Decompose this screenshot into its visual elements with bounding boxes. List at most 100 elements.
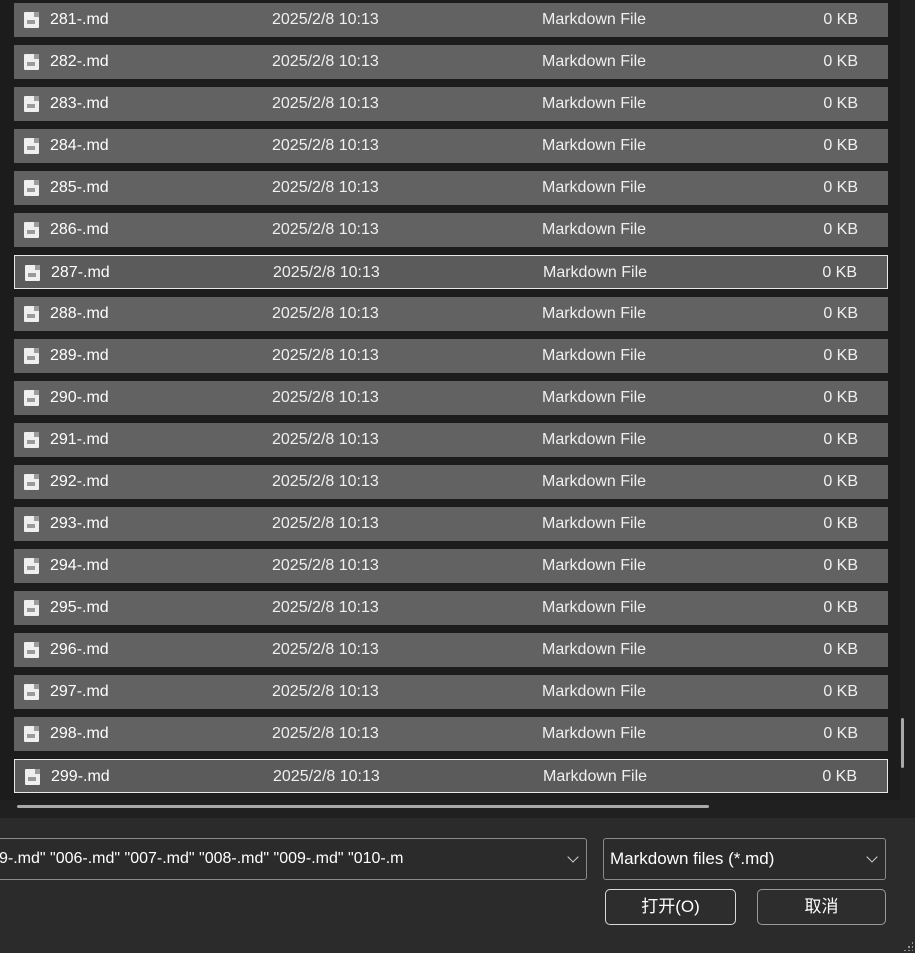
file-date-modified: 2025/2/8 10:13 [272, 431, 379, 448]
chevron-down-icon[interactable] [866, 851, 878, 863]
file-size: 0 KB [823, 431, 858, 448]
file-row[interactable]: 288-.md 2025/2/8 10:13 Markdown File 0 KB [14, 297, 888, 331]
markdown-file-icon [24, 12, 39, 28]
file-name: 289-.md [50, 347, 109, 364]
markdown-file-icon [24, 96, 39, 112]
file-name: 284-.md [50, 137, 109, 154]
file-row[interactable]: 296-.md 2025/2/8 10:13 Markdown File 0 KB [14, 633, 888, 667]
markdown-file-icon [24, 138, 39, 154]
file-size: 0 KB [823, 179, 858, 196]
file-name: 299-.md [51, 768, 110, 785]
file-date-modified: 2025/2/8 10:13 [272, 599, 379, 616]
filename-input[interactable]: 9-.md" "006-.md" "007-.md" "008-.md" "00… [0, 839, 559, 879]
markdown-file-icon [24, 474, 39, 490]
file-name: 291-.md [50, 431, 109, 448]
file-name: 294-.md [50, 557, 109, 574]
markdown-file-icon [24, 432, 39, 448]
chevron-down-icon[interactable] [567, 851, 579, 863]
file-row[interactable]: 290-.md 2025/2/8 10:13 Markdown File 0 KB [14, 381, 888, 415]
file-size: 0 KB [823, 725, 858, 742]
file-date-modified: 2025/2/8 10:13 [273, 264, 380, 281]
file-size: 0 KB [823, 557, 858, 574]
file-row[interactable]: 285-.md 2025/2/8 10:13 Markdown File 0 KB [14, 171, 888, 205]
horizontal-scrollbar-thumb[interactable] [17, 805, 709, 808]
file-name: 295-.md [50, 599, 109, 616]
cancel-button[interactable]: 取消 [757, 889, 886, 925]
file-type: Markdown File [542, 11, 647, 28]
file-size: 0 KB [822, 264, 857, 281]
file-open-dialog: 281-.md 2025/2/8 10:13 Markdown File 0 KB 28… [0, 0, 915, 953]
file-row[interactable]: 299-.md 2025/2/8 10:13 Markdown File 0 KB [14, 759, 888, 793]
file-date-modified: 2025/2/8 10:13 [272, 557, 379, 574]
markdown-file-icon [24, 348, 39, 364]
file-date-modified: 2025/2/8 10:13 [272, 11, 379, 28]
filetype-select[interactable]: Markdown files (*.md) [603, 838, 886, 880]
file-type: Markdown File [542, 389, 647, 406]
file-row[interactable]: 289-.md 2025/2/8 10:13 Markdown File 0 KB [14, 339, 888, 373]
file-date-modified: 2025/2/8 10:13 [272, 95, 379, 112]
file-size: 0 KB [823, 95, 858, 112]
file-name: 293-.md [50, 515, 109, 532]
filename-combobox[interactable]: 9-.md" "006-.md" "007-.md" "008-.md" "00… [0, 838, 587, 880]
filetype-value: Markdown files (*.md) [610, 849, 775, 868]
file-date-modified: 2025/2/8 10:13 [272, 137, 379, 154]
file-type: Markdown File [542, 473, 647, 490]
file-row[interactable]: 287-.md 2025/2/8 10:13 Markdown File 0 KB [14, 255, 888, 289]
file-date-modified: 2025/2/8 10:13 [272, 515, 379, 532]
file-size: 0 KB [823, 305, 858, 322]
file-row[interactable]: 281-.md 2025/2/8 10:13 Markdown File 0 KB [14, 3, 888, 37]
file-type: Markdown File [542, 725, 647, 742]
file-type: Markdown File [542, 641, 647, 658]
file-size: 0 KB [823, 515, 858, 532]
file-type: Markdown File [542, 683, 647, 700]
file-type: Markdown File [542, 305, 647, 322]
file-type: Markdown File [542, 221, 647, 238]
file-row[interactable]: 294-.md 2025/2/8 10:13 Markdown File 0 KB [14, 549, 888, 583]
markdown-file-icon [24, 726, 39, 742]
file-name: 285-.md [50, 179, 109, 196]
vertical-scrollbar[interactable] [900, 0, 915, 800]
file-name: 286-.md [50, 221, 109, 238]
markdown-file-icon [24, 222, 39, 238]
file-name: 298-.md [50, 725, 109, 742]
file-row[interactable]: 293-.md 2025/2/8 10:13 Markdown File 0 KB [14, 507, 888, 541]
file-row[interactable]: 292-.md 2025/2/8 10:13 Markdown File 0 KB [14, 465, 888, 499]
file-name: 282-.md [50, 53, 109, 70]
file-type: Markdown File [542, 179, 647, 196]
file-name: 297-.md [50, 683, 109, 700]
markdown-file-icon [24, 558, 39, 574]
markdown-file-icon [24, 390, 39, 406]
file-size: 0 KB [823, 137, 858, 154]
file-row[interactable]: 284-.md 2025/2/8 10:13 Markdown File 0 KB [14, 129, 888, 163]
file-type: Markdown File [542, 53, 647, 70]
file-size: 0 KB [823, 599, 858, 616]
file-name: 281-.md [50, 11, 109, 28]
open-button[interactable]: 打开(O) [605, 889, 736, 925]
file-row[interactable]: 298-.md 2025/2/8 10:13 Markdown File 0 KB [14, 717, 888, 751]
file-row[interactable]: 286-.md 2025/2/8 10:13 Markdown File 0 KB [14, 213, 888, 247]
markdown-file-icon [24, 642, 39, 658]
file-name: 283-.md [50, 95, 109, 112]
file-size: 0 KB [823, 221, 858, 238]
file-list[interactable]: 281-.md 2025/2/8 10:13 Markdown File 0 KB 28… [0, 0, 900, 800]
file-row[interactable]: 282-.md 2025/2/8 10:13 Markdown File 0 KB [14, 45, 888, 79]
file-name: 287-.md [51, 264, 110, 281]
vertical-scrollbar-thumb[interactable] [901, 718, 904, 768]
markdown-file-icon [24, 600, 39, 616]
markdown-file-icon [24, 306, 39, 322]
file-date-modified: 2025/2/8 10:13 [272, 641, 379, 658]
file-row[interactable]: 295-.md 2025/2/8 10:13 Markdown File 0 KB [14, 591, 888, 625]
file-row[interactable]: 297-.md 2025/2/8 10:13 Markdown File 0 KB [14, 675, 888, 709]
markdown-file-icon [25, 769, 40, 785]
file-size: 0 KB [823, 473, 858, 490]
file-row[interactable]: 291-.md 2025/2/8 10:13 Markdown File 0 KB [14, 423, 888, 457]
markdown-file-icon [25, 265, 40, 281]
file-row[interactable]: 283-.md 2025/2/8 10:13 Markdown File 0 KB [14, 87, 888, 121]
file-date-modified: 2025/2/8 10:13 [272, 179, 379, 196]
file-date-modified: 2025/2/8 10:13 [272, 221, 379, 238]
file-name: 288-.md [50, 305, 109, 322]
file-date-modified: 2025/2/8 10:13 [272, 389, 379, 406]
file-size: 0 KB [823, 53, 858, 70]
file-size: 0 KB [823, 641, 858, 658]
file-name: 296-.md [50, 641, 109, 658]
